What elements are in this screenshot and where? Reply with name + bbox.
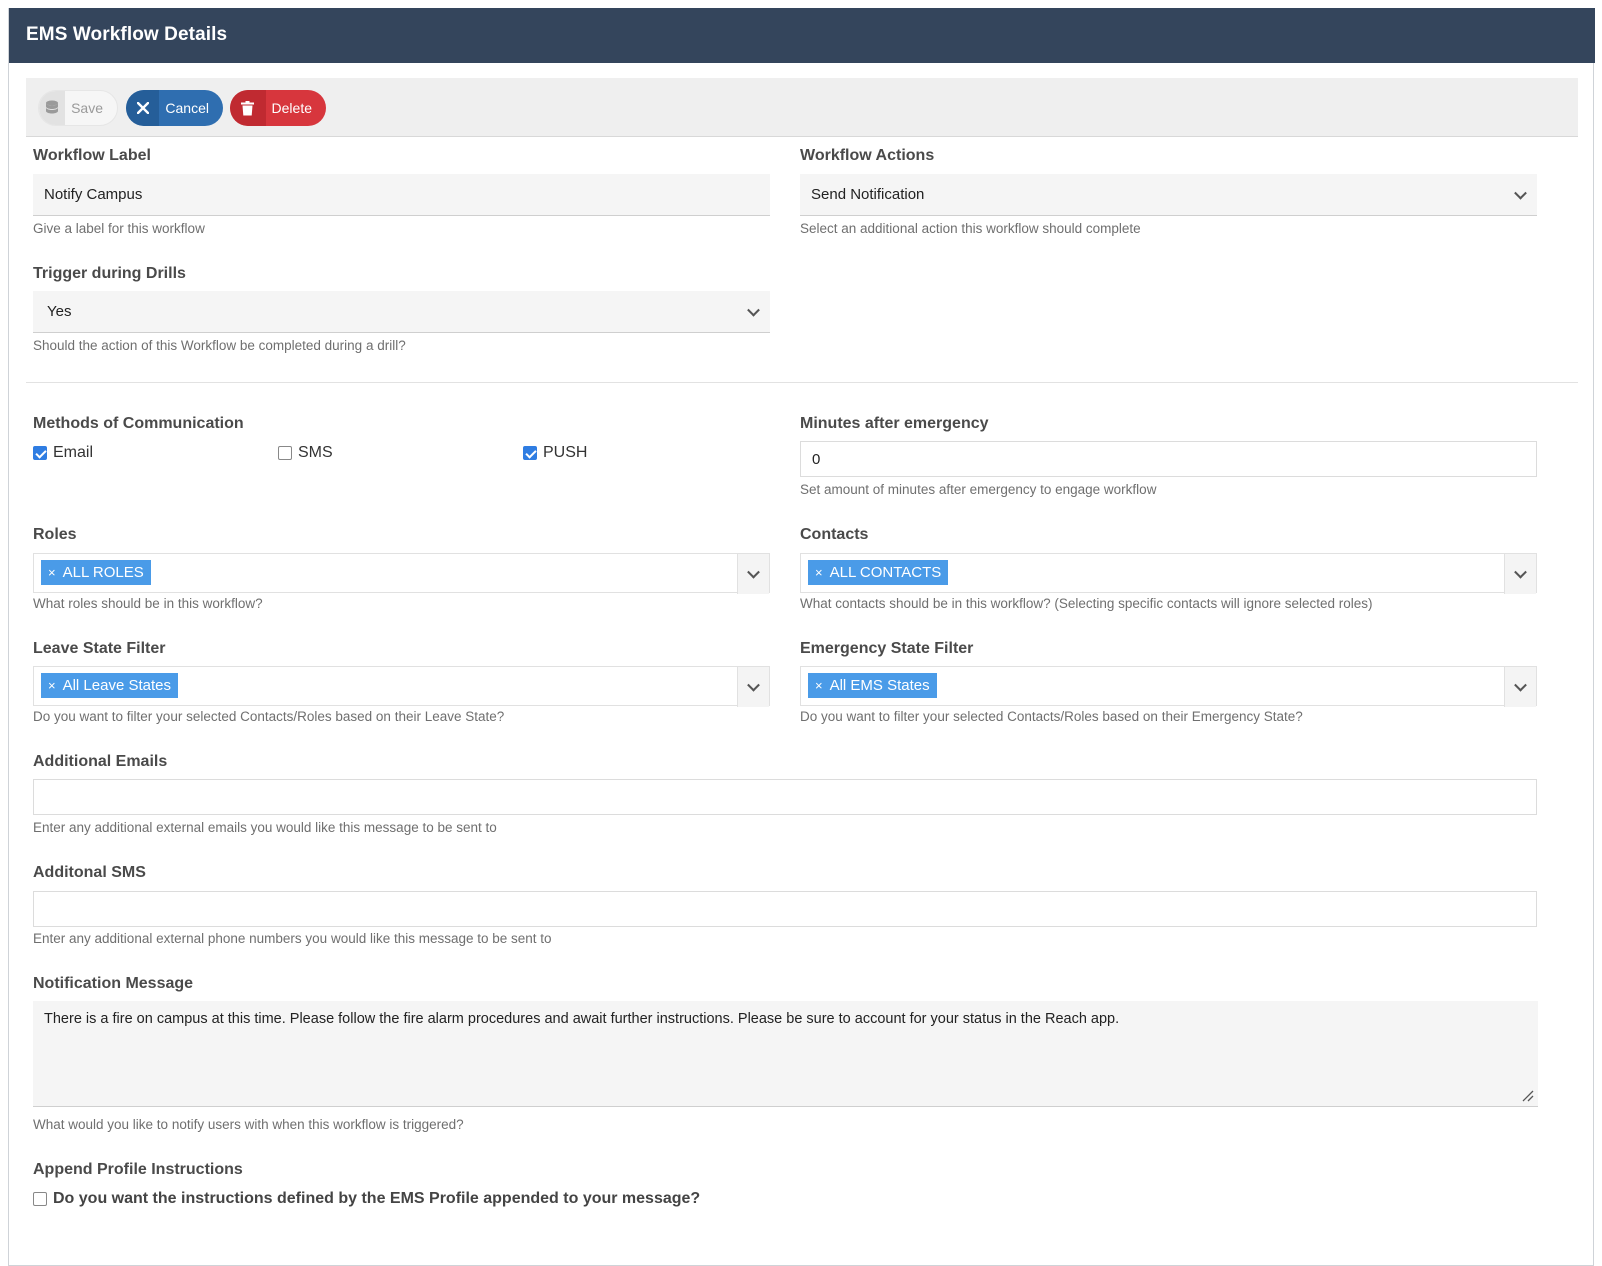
close-icon — [126, 90, 160, 126]
save-button[interactable]: Save — [38, 90, 118, 126]
checkbox-unchecked-icon[interactable] — [33, 1192, 47, 1206]
emergency-state-dropdown-toggle[interactable] — [1504, 667, 1536, 707]
workflow-label-input[interactable]: Notify Campus — [33, 174, 770, 216]
contacts-dropdown-toggle[interactable] — [1504, 554, 1536, 594]
workflow-details-panel: EMS Workflow Details Save Cancel Delete … — [8, 8, 1595, 1266]
delete-label: Delete — [271, 100, 312, 116]
workflow-actions-select[interactable]: Send Notification — [800, 174, 1537, 216]
leave-state-dropdown-toggle[interactable] — [737, 667, 769, 707]
roles-tag[interactable]: × ALL ROLES — [41, 560, 151, 585]
checkbox-unchecked-icon[interactable] — [278, 446, 292, 460]
leave-state-tag-label: All Leave States — [62, 677, 171, 694]
chevron-down-icon — [1514, 186, 1527, 200]
cancel-button[interactable]: Cancel — [126, 90, 223, 126]
contacts-multiselect[interactable]: × ALL CONTACTS — [800, 553, 1537, 594]
trigger-drills-help: Should the action of this Workflow be co… — [33, 338, 406, 353]
chevron-down-icon — [747, 565, 760, 579]
method-push-label: PUSH — [543, 444, 588, 461]
checkbox-checked-icon[interactable] — [523, 446, 537, 460]
checkbox-checked-icon[interactable] — [33, 446, 47, 460]
append-profile-checkbox[interactable]: Do you want the instructions defined by … — [33, 1190, 700, 1208]
workflow-label-value: Notify Campus — [44, 186, 143, 203]
append-profile-label: Do you want the instructions defined by … — [53, 1190, 701, 1207]
minutes-title: Minutes after emergency — [800, 415, 989, 432]
contacts-title: Contacts — [800, 526, 869, 543]
workflow-actions-help: Select an additional action this workflo… — [800, 221, 1141, 236]
cancel-label: Cancel — [165, 100, 209, 116]
additional-sms-title: Additonal SMS — [33, 864, 146, 881]
roles-multiselect[interactable]: × ALL ROLES — [33, 553, 770, 594]
roles-title: Roles — [33, 526, 77, 543]
chevron-down-icon — [1514, 678, 1527, 692]
contacts-tag-label: ALL CONTACTS — [829, 564, 942, 581]
save-label: Save — [71, 100, 103, 116]
trigger-drills-title: Trigger during Drills — [33, 265, 186, 282]
trash-icon — [230, 90, 266, 126]
method-push-checkbox[interactable]: PUSH — [523, 444, 587, 462]
method-email-label: Email — [53, 444, 94, 461]
delete-button[interactable]: Delete — [230, 90, 326, 126]
emergency-state-tag-label: All EMS States — [829, 677, 930, 694]
remove-tag-icon[interactable]: × — [48, 565, 56, 580]
minutes-value: 0 — [812, 450, 821, 468]
leave-state-multiselect[interactable]: × All Leave States — [33, 666, 770, 707]
leave-state-help: Do you want to filter your selected Cont… — [33, 709, 505, 724]
remove-tag-icon[interactable]: × — [815, 678, 823, 693]
additional-emails-input[interactable] — [33, 779, 1537, 815]
roles-dropdown-toggle[interactable] — [737, 554, 769, 594]
workflow-label-help: Give a label for this workflow — [33, 221, 205, 236]
append-profile-title: Append Profile Instructions — [33, 1161, 243, 1178]
method-sms-checkbox[interactable]: SMS — [278, 444, 333, 462]
minutes-input[interactable]: 0 — [800, 441, 1537, 477]
page-title: EMS Workflow Details — [26, 24, 228, 45]
contacts-tag[interactable]: × ALL CONTACTS — [808, 560, 949, 585]
notification-message-help: What would you like to notify users with… — [33, 1117, 464, 1132]
workflow-actions-value: Send Notification — [811, 186, 925, 203]
resize-grip-icon[interactable] — [1520, 1088, 1534, 1102]
emergency-state-multiselect[interactable]: × All EMS States — [800, 666, 1537, 707]
notification-message-value: There is a fire on campus at this time. … — [44, 1011, 1120, 1027]
method-email-checkbox[interactable]: Email — [33, 444, 93, 462]
action-toolbar: Save Cancel Delete — [26, 78, 1578, 137]
roles-help: What roles should be in this workflow? — [33, 596, 263, 611]
emergency-state-title: Emergency State Filter — [800, 640, 974, 657]
remove-tag-icon[interactable]: × — [815, 565, 823, 580]
emergency-state-help: Do you want to filter your selected Cont… — [800, 709, 1303, 724]
notification-message-title: Notification Message — [33, 975, 194, 992]
methods-title: Methods of Communication — [33, 415, 244, 432]
trigger-drills-select[interactable]: Yes — [33, 291, 770, 333]
workflow-actions-title: Workflow Actions — [800, 147, 935, 164]
chevron-down-icon — [1514, 565, 1527, 579]
workflow-label-title: Workflow Label — [33, 147, 151, 164]
roles-tag-label: ALL ROLES — [62, 564, 144, 581]
panel-header: EMS Workflow Details — [9, 8, 1595, 63]
trigger-drills-value: Yes — [47, 303, 72, 320]
additional-sms-help: Enter any additional external phone numb… — [33, 931, 552, 946]
chevron-down-icon — [747, 303, 760, 317]
notification-message-textarea[interactable]: There is a fire on campus at this time. … — [33, 1001, 1538, 1107]
additional-emails-help: Enter any additional external emails you… — [33, 820, 497, 835]
method-sms-label: SMS — [298, 444, 333, 461]
emergency-state-tag[interactable]: × All EMS States — [808, 673, 937, 698]
additional-sms-input[interactable] — [33, 891, 1537, 927]
minutes-help: Set amount of minutes after emergency to… — [800, 482, 1157, 497]
remove-tag-icon[interactable]: × — [48, 678, 56, 693]
database-icon — [39, 91, 66, 125]
leave-state-tag[interactable]: × All Leave States — [41, 673, 178, 698]
section-divider — [26, 382, 1578, 383]
chevron-down-icon — [747, 678, 760, 692]
additional-emails-title: Additional Emails — [33, 753, 168, 770]
contacts-help: What contacts should be in this workflow… — [800, 596, 1373, 611]
leave-state-title: Leave State Filter — [33, 640, 166, 657]
